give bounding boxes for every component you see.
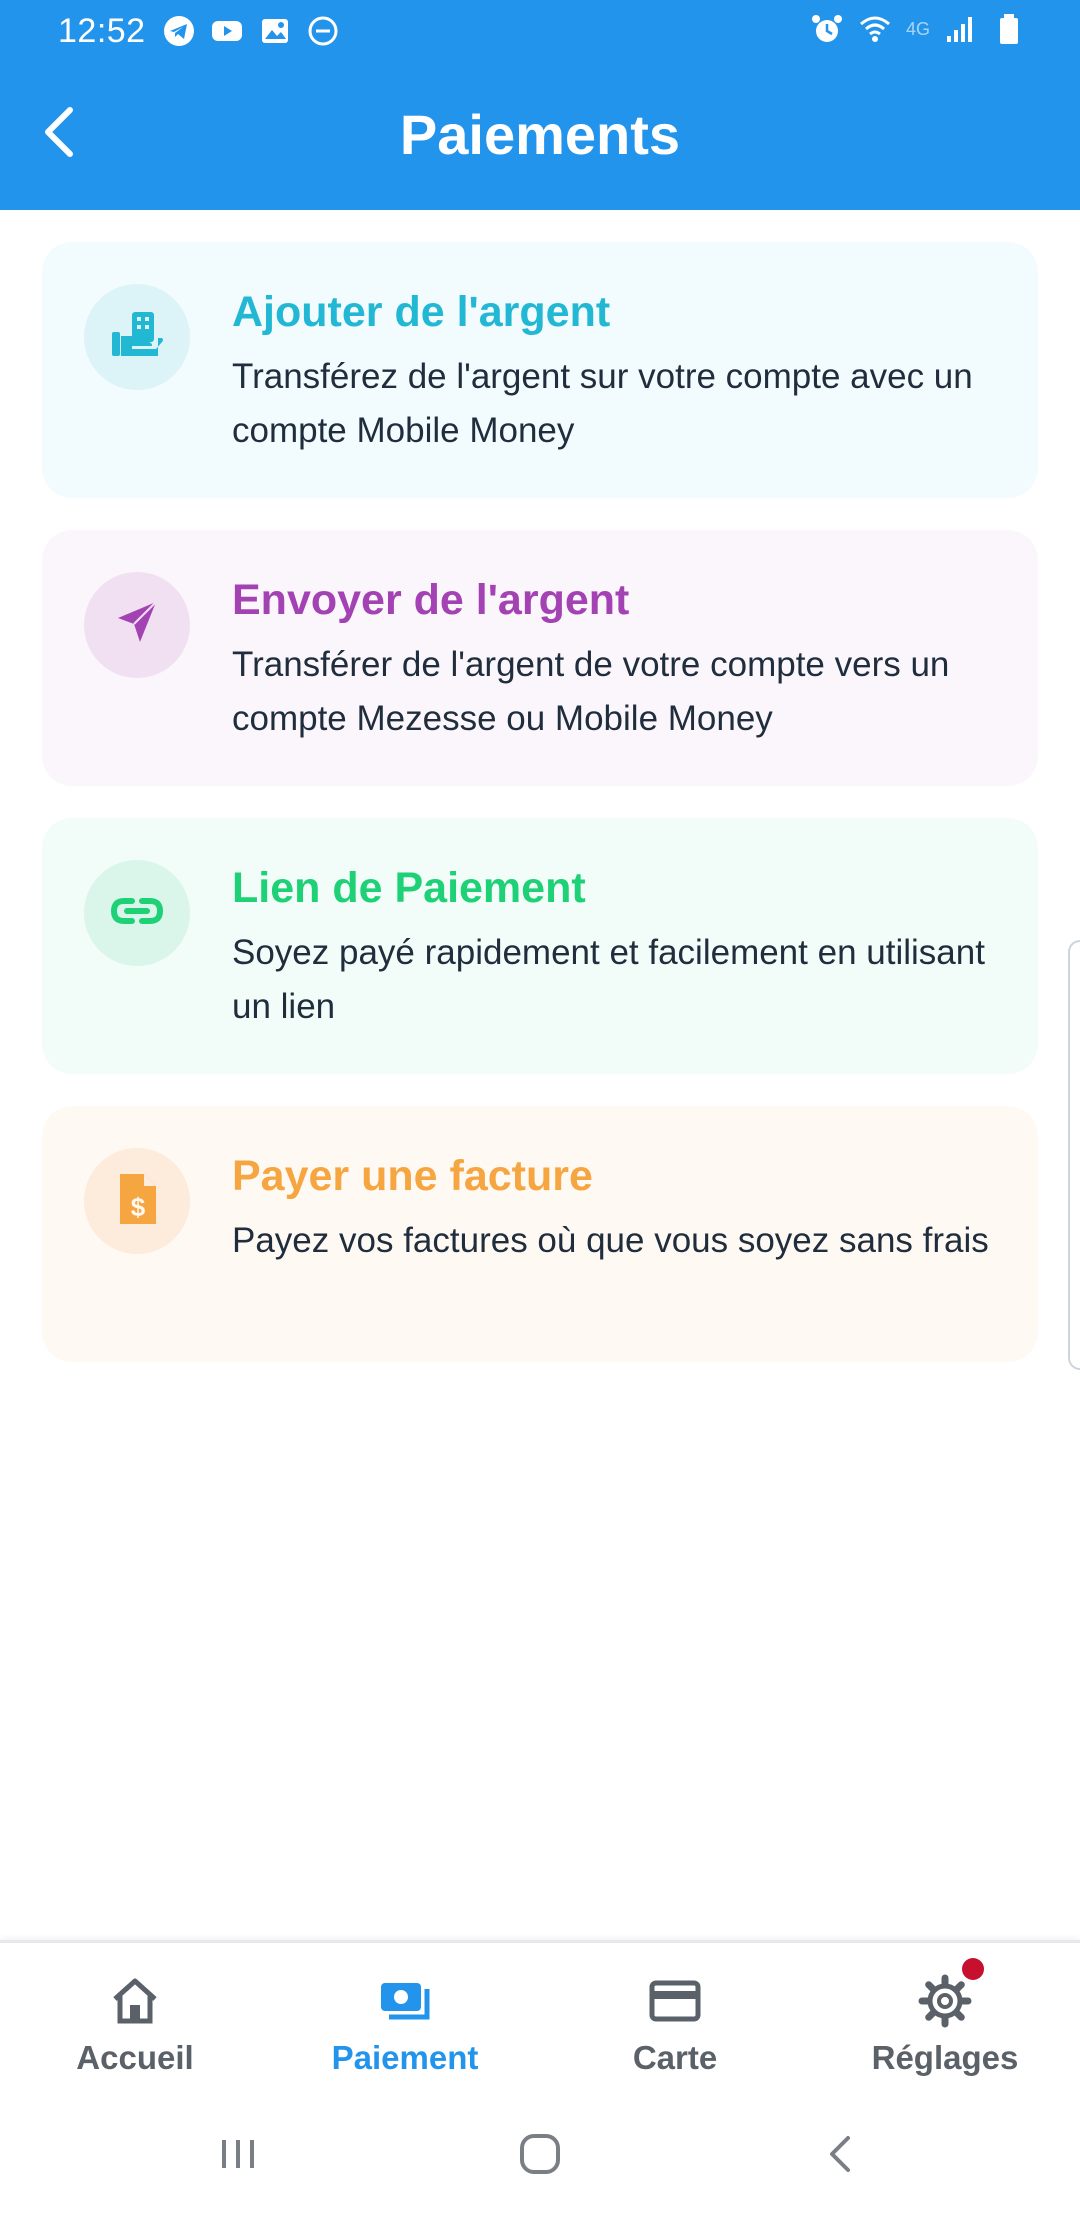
wifi-icon: [858, 12, 892, 46]
nav-label: Réglages: [871, 2039, 1019, 2076]
send-money-card[interactable]: Envoyer de l'argent Transférer de l'arge…: [42, 530, 1038, 786]
system-navigation: [0, 2090, 1080, 2220]
telegram-icon: [162, 14, 196, 48]
link-icon: [108, 882, 166, 945]
send-arrow-icon: [108, 594, 166, 657]
card-icon-container: $: [84, 1148, 190, 1254]
pay-bill-card[interactable]: $ Payer une facture Payez vos factures o…: [42, 1106, 1038, 1362]
add-money-card[interactable]: Ajouter de l'argent Transférez de l'arge…: [42, 242, 1038, 498]
gallery-icon: [258, 14, 292, 48]
card-description: Payez vos factures où que vous soyez san…: [232, 1221, 989, 1260]
app-bar: Paiements: [0, 64, 1080, 210]
svg-text:$: $: [131, 1192, 146, 1222]
card-title: Envoyer de l'argent: [232, 576, 630, 624]
alarm-icon: [810, 12, 844, 46]
nav-label: Paiement: [331, 2039, 479, 2076]
recent-apps-icon: [214, 2130, 262, 2183]
back-system-button[interactable]: [812, 2126, 872, 2186]
recent-apps-button[interactable]: [208, 2126, 268, 2186]
nav-label: Accueil: [76, 2039, 194, 2076]
status-left-icons: [162, 14, 340, 48]
nav-label: Carte: [632, 2039, 718, 2076]
page-title: Paiements: [399, 103, 681, 166]
battery-icon: [992, 12, 1026, 46]
card-icon-container: [84, 572, 190, 678]
card-icon-container: [84, 860, 190, 966]
card-description: Soyez payé rapidement et facilement en u…: [232, 933, 985, 1026]
card-description: Transférer de l'argent de votre compte v…: [232, 645, 950, 738]
home-circle-icon: [516, 2130, 564, 2183]
card-title: Ajouter de l'argent: [232, 288, 611, 336]
gear-icon: [810, 1973, 1080, 2029]
notification-badge: [962, 1958, 984, 1980]
nav-item-carte[interactable]: Carte: [540, 1943, 810, 2093]
nav-item-paiement[interactable]: Paiement: [270, 1943, 540, 2093]
payment-icon: [270, 1973, 540, 2029]
card-description: Transférez de l'argent sur votre compte …: [232, 357, 973, 450]
card-icon: [540, 1973, 810, 2029]
signal-icon: [944, 12, 978, 46]
card-title: Lien de Paiement: [232, 864, 586, 912]
hand-deposit-icon: [108, 306, 166, 369]
home-icon: [0, 1973, 270, 2029]
invoice-dollar-icon: $: [108, 1170, 166, 1233]
status-time: 12:52: [58, 12, 146, 50]
home-system-button[interactable]: [510, 2126, 570, 2186]
status-bar: 12:52 4G: [0, 0, 1080, 64]
do-not-disturb-icon: [306, 14, 340, 48]
nav-item-accueil[interactable]: Accueil: [0, 1943, 270, 2093]
status-right-icons: 4G: [810, 12, 1026, 46]
network-type-label: 4G: [905, 18, 930, 39]
youtube-icon: [210, 14, 244, 48]
card-icon-container: [84, 284, 190, 390]
card-title: Payer une facture: [232, 1152, 593, 1200]
nav-item-reglages[interactable]: Réglages: [810, 1943, 1080, 2093]
payment-link-card[interactable]: Lien de Paiement Soyez payé rapidement e…: [42, 818, 1038, 1074]
edge-panel-handle[interactable]: [1068, 940, 1080, 1370]
back-icon: [818, 2130, 866, 2183]
bottom-navigation: Accueil Paiement Carte Réglages: [0, 1940, 1080, 2090]
